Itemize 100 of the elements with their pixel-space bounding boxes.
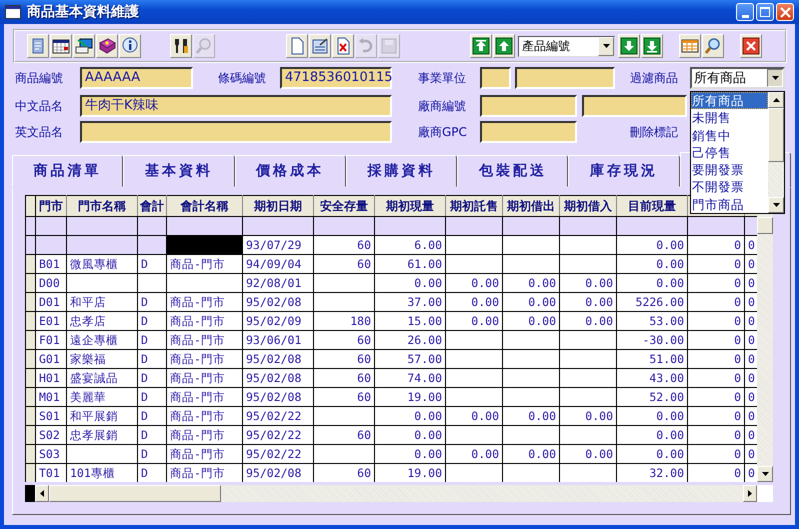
scrollbar-corner bbox=[757, 485, 773, 502]
column-header[interactable]: 會計名稱 bbox=[166, 196, 242, 216]
caret-icon bbox=[772, 98, 780, 102]
table-cell: 93/06/01 bbox=[242, 330, 314, 350]
tab[interactable]: 價格成本 bbox=[234, 155, 346, 187]
sort-field-dropdown[interactable]: 產品編號 bbox=[518, 36, 615, 56]
column-header[interactable]: 會計 bbox=[138, 196, 166, 216]
row-header[interactable] bbox=[26, 254, 36, 274]
delete-doc-button[interactable] bbox=[332, 34, 354, 58]
table-cell: 101專櫃 bbox=[66, 464, 138, 482]
row-header[interactable] bbox=[26, 274, 36, 292]
column-header[interactable]: 期初日期 bbox=[242, 196, 314, 216]
info-button[interactable] bbox=[119, 34, 141, 58]
tab[interactable]: 商品清單 bbox=[12, 155, 124, 187]
table-cell: 0 bbox=[688, 368, 744, 388]
tab[interactable]: 庫存現況 bbox=[568, 155, 680, 187]
dropdown-option[interactable]: 要開發票 bbox=[691, 161, 768, 178]
table-cell: 0 bbox=[688, 254, 744, 274]
close-button[interactable] bbox=[776, 3, 794, 21]
table-cell: 26.00 bbox=[374, 330, 446, 350]
dropdown-option[interactable]: 己停售 bbox=[691, 144, 768, 162]
table-cell: D bbox=[138, 292, 166, 312]
close-button[interactable] bbox=[740, 34, 762, 58]
table-cell bbox=[502, 426, 560, 444]
tab[interactable]: 採購資料 bbox=[346, 155, 458, 187]
edit-doc-button[interactable] bbox=[309, 34, 331, 58]
tab[interactable]: 基本資料 bbox=[123, 155, 235, 187]
row-header[interactable] bbox=[26, 388, 36, 406]
input-field[interactable] bbox=[582, 95, 687, 117]
computer-icon bbox=[75, 37, 93, 55]
row-header[interactable] bbox=[26, 426, 36, 444]
filter-dropdown[interactable]: 所有商品 bbox=[690, 67, 785, 89]
table-cell: 商品-門市 bbox=[166, 254, 242, 274]
input-field[interactable]: 牛肉干K辣味 bbox=[80, 95, 392, 117]
book-button[interactable] bbox=[96, 34, 118, 58]
table-cell bbox=[242, 216, 314, 236]
scrollbar[interactable] bbox=[35, 485, 757, 502]
row-header[interactable] bbox=[26, 236, 36, 254]
row-header[interactable] bbox=[26, 368, 36, 388]
row-header[interactable] bbox=[26, 292, 36, 312]
table-cell: 商品-門市 bbox=[166, 292, 242, 312]
first-button[interactable] bbox=[470, 34, 492, 58]
table-cell bbox=[616, 216, 688, 236]
scrollbar[interactable] bbox=[768, 92, 784, 213]
scrollbar-thumb[interactable] bbox=[768, 108, 784, 162]
input-field[interactable]: AAAAAA bbox=[80, 67, 193, 89]
grid-button[interactable] bbox=[679, 34, 701, 58]
computer-button[interactable] bbox=[73, 34, 95, 58]
row-header[interactable] bbox=[26, 350, 36, 368]
calendar-button[interactable] bbox=[50, 34, 72, 58]
column-header[interactable]: 期初託售 bbox=[446, 196, 502, 216]
row-header[interactable] bbox=[26, 464, 36, 482]
table-cell bbox=[560, 464, 616, 482]
new-doc-button[interactable] bbox=[286, 34, 308, 58]
table-cell: T01 bbox=[36, 464, 66, 482]
maximize-button[interactable] bbox=[756, 3, 774, 21]
column-header[interactable]: 期初借出 bbox=[502, 196, 560, 216]
column-header[interactable]: 期初借入 bbox=[560, 196, 616, 216]
table-cell: 0 bbox=[688, 464, 744, 482]
row-header[interactable] bbox=[26, 330, 36, 350]
input-field[interactable]: 4718536010115 bbox=[280, 67, 392, 89]
close-icon bbox=[742, 37, 760, 55]
table-cell bbox=[374, 216, 446, 236]
input-field[interactable] bbox=[480, 67, 511, 89]
table-cell: D bbox=[138, 464, 166, 482]
input-field[interactable] bbox=[480, 95, 577, 117]
search-icon bbox=[195, 37, 213, 55]
down-button[interactable] bbox=[618, 34, 640, 58]
table-cell bbox=[502, 254, 560, 274]
input-field[interactable] bbox=[80, 121, 392, 143]
row-header[interactable] bbox=[26, 444, 36, 464]
column-header[interactable]: 安全存量 bbox=[314, 196, 374, 216]
report-button[interactable] bbox=[27, 34, 49, 58]
column-header[interactable]: 期初現量 bbox=[374, 196, 446, 216]
row-header[interactable] bbox=[26, 406, 36, 426]
column-header[interactable]: 目前現量 bbox=[616, 196, 688, 216]
input-field[interactable] bbox=[515, 67, 615, 89]
field-label: 英文品名 bbox=[15, 124, 64, 140]
dropdown-option[interactable]: 所有商品 bbox=[691, 92, 768, 110]
dropdown-option[interactable]: 未開售 bbox=[691, 109, 768, 127]
column-header[interactable]: 門市 bbox=[36, 196, 66, 216]
minimize-button[interactable] bbox=[736, 3, 754, 21]
up-button[interactable] bbox=[493, 34, 515, 58]
window-icon bbox=[5, 5, 21, 19]
tab[interactable]: 包裝配送 bbox=[457, 155, 568, 187]
last-button[interactable] bbox=[641, 34, 663, 58]
find-button[interactable] bbox=[702, 34, 724, 58]
dropdown-option[interactable]: 銷售中 bbox=[691, 126, 768, 144]
scrollbar-thumb[interactable] bbox=[757, 217, 773, 234]
tools-button[interactable] bbox=[170, 34, 192, 58]
dropdown-option[interactable]: 不開發票 bbox=[691, 178, 768, 196]
column-header[interactable]: 門市名稱 bbox=[66, 196, 138, 216]
dropdown-option[interactable]: 門市商品 bbox=[691, 196, 768, 214]
scrollbar-thumb[interactable] bbox=[49, 485, 221, 502]
table-cell: 95/02/08 bbox=[242, 388, 314, 406]
row-header[interactable] bbox=[26, 216, 36, 236]
table-cell: 37.00 bbox=[374, 292, 446, 312]
table-cell: 0.00 bbox=[616, 254, 688, 274]
input-field[interactable] bbox=[480, 121, 577, 143]
row-header[interactable] bbox=[26, 312, 36, 330]
